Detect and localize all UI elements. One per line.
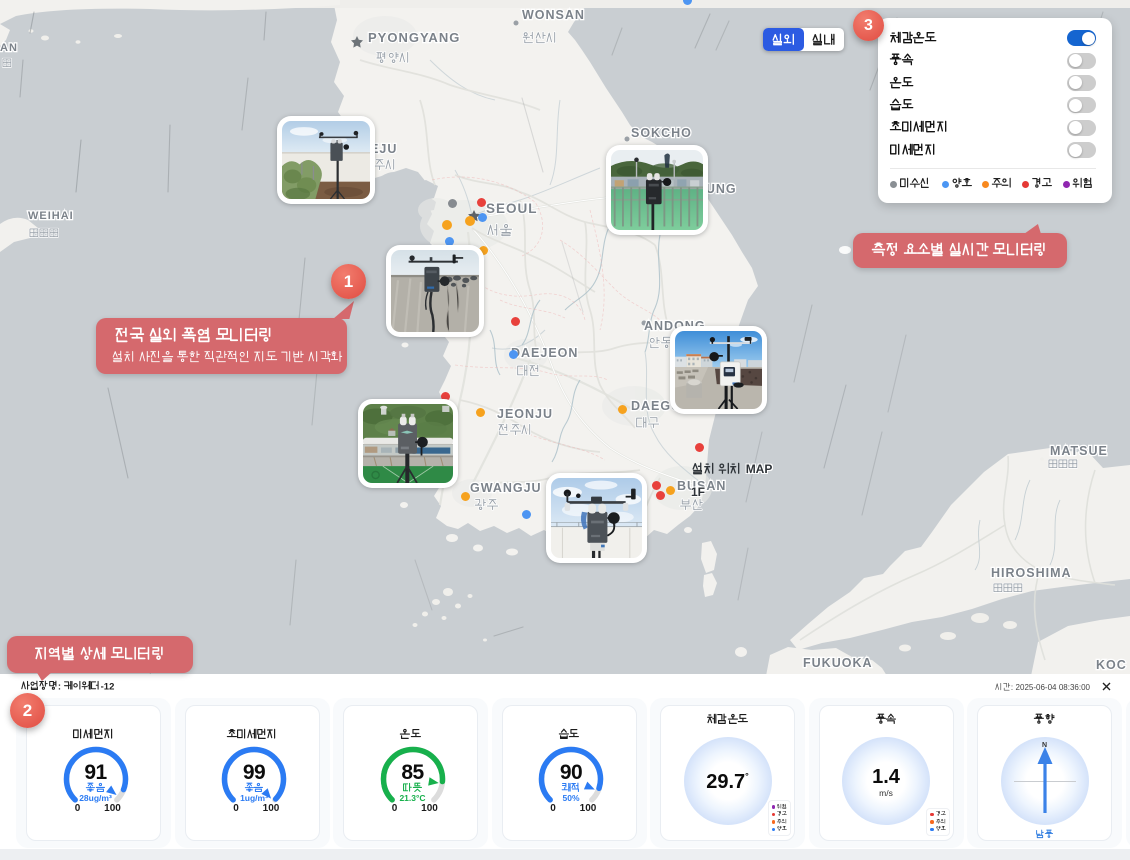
- svg-text:SOKCHO: SOKCHO: [631, 126, 692, 140]
- svg-text:AN: AN: [0, 42, 18, 54]
- svg-text:HIROSHIMA: HIROSHIMA: [991, 566, 1072, 580]
- svg-text:GWANGJU: GWANGJU: [470, 481, 542, 495]
- svg-text:MATSUE: MATSUE: [1050, 444, 1108, 458]
- svg-text:PYONGYANG: PYONGYANG: [368, 30, 460, 45]
- svg-text:SEOUL: SEOUL: [486, 201, 538, 216]
- svg-text:JEONJU: JEONJU: [497, 407, 553, 421]
- svg-text:WEIHAI: WEIHAI: [28, 210, 74, 222]
- svg-text:FUKUOKA: FUKUOKA: [803, 656, 873, 670]
- svg-text:WONSAN: WONSAN: [522, 8, 585, 22]
- svg-text:DAEJEON: DAEJEON: [511, 346, 578, 360]
- svg-text:KOC: KOC: [1096, 658, 1127, 672]
